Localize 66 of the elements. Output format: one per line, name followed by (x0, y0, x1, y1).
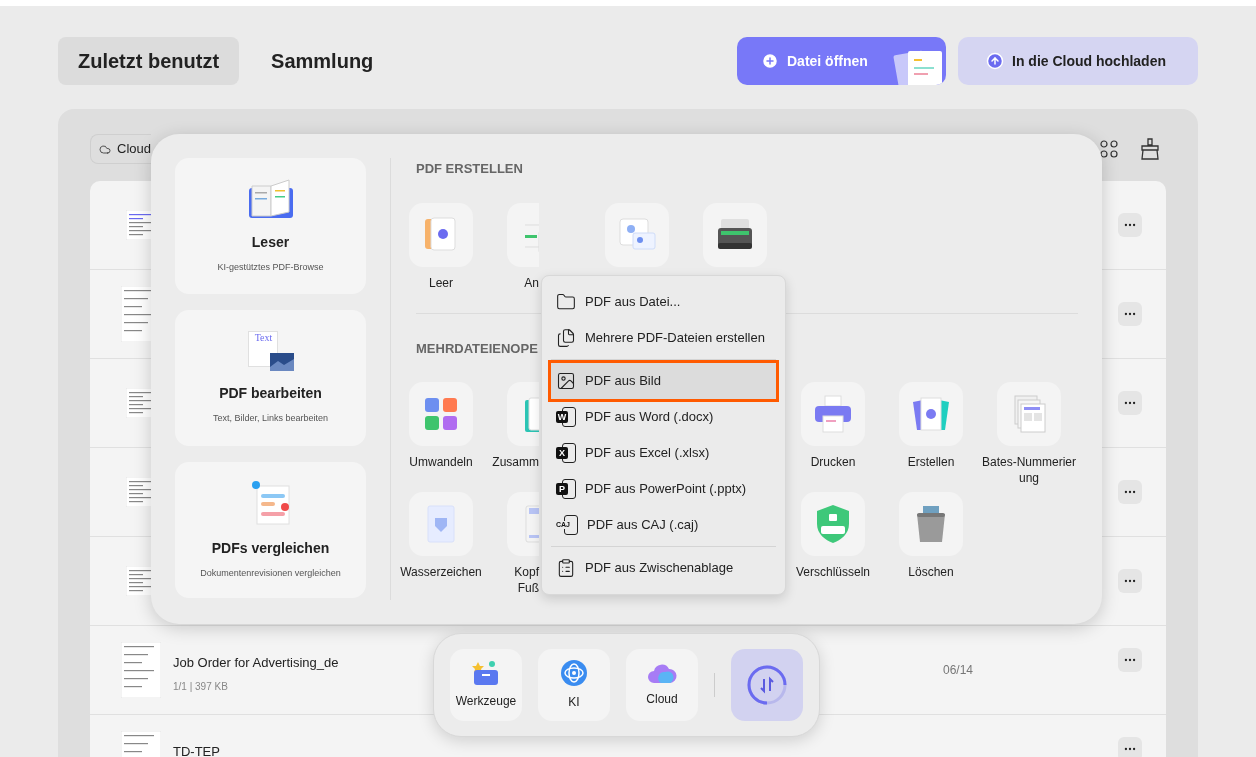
menu-item[interactable]: W PDF aus Word (.docx) (551, 399, 776, 435)
tool-label: Drucken (809, 454, 857, 470)
tool-tile[interactable] (507, 202, 539, 267)
plus-icon (761, 52, 779, 70)
more-button[interactable] (1118, 737, 1142, 757)
file-name: Job Order for Advertising_de (173, 654, 340, 672)
tool-label: Verschlüsseln (794, 564, 871, 580)
tool-label: Erstellen (906, 454, 956, 470)
upload-icon (986, 52, 1004, 70)
tool-tile[interactable] (997, 382, 1061, 446)
tool-tile[interactable] (507, 492, 539, 556)
compare-document-icon (250, 479, 291, 526)
open-book-icon (246, 177, 295, 220)
tool-tile[interactable] (409, 202, 473, 267)
tool-label: Löschen (907, 564, 955, 580)
tab[interactable]: Zuletzt benutzt (58, 37, 240, 85)
section-heading: MEHRDATEIENOPE (416, 339, 539, 358)
sync-progress-icon (746, 664, 788, 706)
tool-label: Bates-Nummerierung (981, 454, 1077, 486)
cloud-icon (647, 662, 677, 684)
broom-icon (1140, 138, 1160, 160)
file-date: 06/14 (943, 662, 975, 679)
tool-tile[interactable] (409, 382, 473, 446)
tool-tile[interactable] (899, 382, 963, 446)
feature-card[interactable]: PDFs vergleichen Dokumentenrevisionen vergleichen (175, 462, 366, 598)
tab[interactable]: Sammlung (251, 37, 394, 85)
section-heading: PDF ERSTELLEN (416, 160, 524, 178)
sync-button[interactable] (731, 649, 803, 721)
tool-label: Zusamm (491, 454, 539, 470)
tool-tile[interactable] (409, 492, 473, 556)
open-file-button[interactable]: Datei öffnen (737, 37, 946, 85)
tool-label: An (523, 274, 539, 291)
tool-tile[interactable] (605, 202, 669, 267)
tool-label: Leer (428, 274, 454, 291)
image-icon (556, 371, 576, 391)
clipboard-icon (556, 558, 576, 578)
dock-button[interactable]: Werkzeuge (450, 649, 522, 721)
grid-icon (1100, 140, 1118, 158)
menu-item[interactable]: Mehrere PDF-Dateien erstellen (551, 320, 776, 356)
tool-tile[interactable] (801, 492, 865, 556)
header-footer-document-icon (525, 504, 539, 544)
tool-tile[interactable] (703, 202, 767, 267)
ai-orb-icon (560, 659, 588, 687)
menu-item[interactable]: PDF aus Datei... (551, 284, 776, 320)
feature-card[interactable]: Leser KI-gestütztes PDF-Browse (175, 158, 366, 294)
cloud-filter-chip[interactable]: Cloud (90, 134, 151, 164)
menu-item[interactable]: PDF aus Bild (551, 363, 776, 399)
document-thumbnail (121, 642, 161, 698)
tool-label: Umwandeln (408, 454, 474, 470)
menu-item[interactable]: X PDF aus Excel (.xlsx) (551, 435, 776, 471)
tool-label: Wasserzeichen (399, 564, 483, 580)
menu-item[interactable]: PDF aus Zwischenablage (551, 550, 776, 586)
file-name: TD-TEP (173, 743, 221, 757)
feature-card[interactable]: Text PDF bearbeiten Text, Bilder, Links bearbeiten (175, 310, 366, 446)
dock-button[interactable]: Cloud (626, 649, 698, 721)
tool-tile[interactable] (801, 382, 865, 446)
toolbox-icon (472, 660, 500, 686)
tool-tile[interactable] (507, 382, 539, 446)
dock-button[interactable]: KI (538, 649, 610, 721)
tool-label: Kopf Fuß (513, 564, 539, 596)
folder-icon (556, 292, 576, 312)
documents-icon (556, 328, 576, 348)
file-info: 1/1 | 397 KB (173, 679, 229, 694)
tool-tile[interactable] (899, 492, 963, 556)
cloud-upload-button[interactable]: In die Cloud hochladen (958, 37, 1198, 85)
menu-item[interactable]: P PDF aus PowerPoint (.pptx) (551, 471, 776, 507)
